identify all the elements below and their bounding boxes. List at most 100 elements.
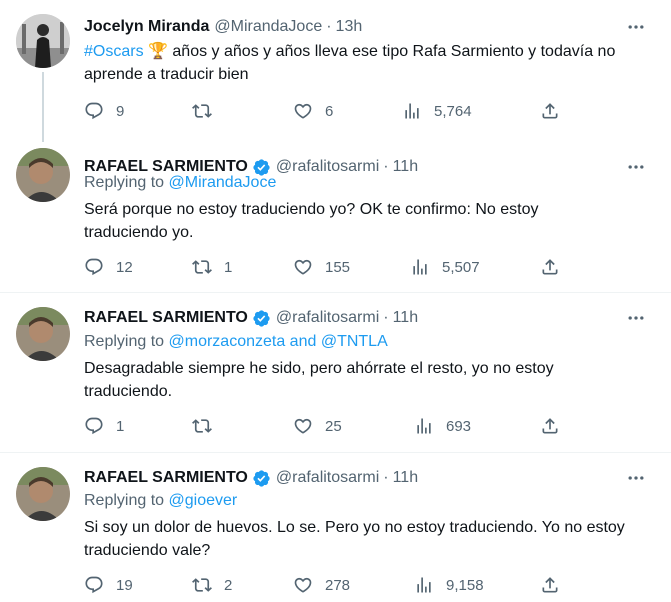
avatar[interactable] bbox=[16, 148, 70, 202]
separator-dot: · bbox=[383, 469, 389, 486]
views-icon bbox=[410, 257, 430, 277]
share-button[interactable] bbox=[540, 99, 560, 123]
reply-icon bbox=[84, 101, 104, 121]
retweet-icon bbox=[192, 101, 212, 121]
tweet-actions: 19 2 278 9,158 bbox=[84, 573, 564, 597]
tweet[interactable]: RAFAEL SARMIENTO @rafalitosarmi · 11h Re… bbox=[0, 293, 671, 453]
reply-icon bbox=[84, 575, 104, 595]
share-icon bbox=[540, 416, 560, 436]
view-count: 5,507 bbox=[442, 258, 480, 276]
avatar[interactable] bbox=[16, 307, 70, 361]
tweet-actions: 12 1 155 5,507 bbox=[84, 255, 564, 279]
author-handle[interactable]: @rafalitosarmi bbox=[276, 309, 379, 327]
tweet-header: RAFAEL SARMIENTO @rafalitosarmi · 11h bbox=[84, 467, 418, 489]
retweet-button[interactable] bbox=[192, 414, 224, 438]
retweet-icon bbox=[192, 416, 212, 436]
heart-icon bbox=[293, 257, 313, 277]
tweet-actions: 1 25 693 bbox=[84, 414, 564, 438]
like-button[interactable]: 278 bbox=[293, 573, 350, 597]
author-name[interactable]: Jocelyn Miranda bbox=[84, 18, 209, 36]
share-icon bbox=[540, 101, 560, 121]
reply-button[interactable]: 19 bbox=[84, 573, 133, 597]
reply-count: 12 bbox=[116, 258, 133, 276]
tweet-header: RAFAEL SARMIENTO @rafalitosarmi · 11h bbox=[84, 307, 418, 329]
reply-icon bbox=[84, 416, 104, 436]
replying-label: Replying to bbox=[84, 333, 165, 350]
views-button[interactable]: 5,507 bbox=[410, 255, 480, 279]
views-icon bbox=[402, 101, 422, 121]
retweet-icon bbox=[192, 257, 212, 277]
reply-count: 1 bbox=[116, 417, 125, 435]
like-button[interactable]: 155 bbox=[293, 255, 350, 279]
retweet-icon bbox=[192, 575, 212, 595]
views-icon bbox=[414, 575, 434, 595]
view-count: 693 bbox=[446, 417, 472, 435]
replying-to: Replying to @MirandaJoce bbox=[84, 174, 276, 192]
author-name[interactable]: RAFAEL SARMIENTO bbox=[84, 469, 248, 487]
tweet[interactable]: RAFAEL SARMIENTO @rafalitosarmi · 11h Re… bbox=[0, 453, 671, 602]
timestamp[interactable]: 11h bbox=[393, 309, 419, 327]
view-count: 9,158 bbox=[446, 576, 484, 594]
reply-button[interactable]: 1 bbox=[84, 414, 124, 438]
author-handle[interactable]: @rafalitosarmi bbox=[276, 469, 379, 487]
like-count: 25 bbox=[325, 417, 342, 435]
author-handle[interactable]: @rafalitosarmi bbox=[276, 158, 379, 176]
timestamp[interactable]: 11h bbox=[393, 158, 419, 176]
hashtag-link[interactable]: #Oscars bbox=[84, 43, 144, 60]
like-count: 155 bbox=[325, 258, 351, 276]
reply-button[interactable]: 9 bbox=[84, 99, 124, 123]
reply-button[interactable]: 12 bbox=[84, 255, 133, 279]
tweet-actions: 9 6 5,764 bbox=[84, 99, 564, 123]
tweet-header: Jocelyn Miranda @MirandaJoce · 13h bbox=[84, 16, 362, 38]
reply-icon bbox=[84, 257, 104, 277]
share-button[interactable] bbox=[540, 255, 560, 279]
retweet-count: 1 bbox=[224, 258, 233, 276]
timestamp[interactable]: 11h bbox=[393, 469, 419, 487]
like-button[interactable]: 25 bbox=[293, 414, 342, 438]
avatar[interactable] bbox=[16, 14, 70, 68]
views-button[interactable]: 5,764 bbox=[402, 99, 472, 123]
tweet-text: Será porque no estoy traduciendo yo? OK … bbox=[84, 201, 539, 241]
retweet-button[interactable]: 1 bbox=[192, 255, 232, 279]
more-icon[interactable] bbox=[625, 17, 647, 37]
separator-dot: · bbox=[383, 309, 389, 326]
share-button[interactable] bbox=[540, 414, 560, 438]
tweet-text: #Oscars 🏆 años y años y años lleva ese t… bbox=[84, 40, 664, 86]
retweet-button[interactable] bbox=[192, 99, 224, 123]
like-button[interactable]: 6 bbox=[293, 99, 333, 123]
heart-icon bbox=[293, 575, 313, 595]
like-count: 6 bbox=[325, 102, 334, 120]
separator-dot: · bbox=[326, 18, 332, 35]
heart-icon bbox=[293, 101, 313, 121]
tweet[interactable]: RAFAEL SARMIENTO @rafalitosarmi · 11h Re… bbox=[0, 140, 671, 293]
reply-target-link[interactable]: @MirandaJoce bbox=[169, 174, 277, 191]
separator-dot: · bbox=[383, 158, 389, 175]
author-name[interactable]: RAFAEL SARMIENTO bbox=[84, 309, 248, 327]
more-icon[interactable] bbox=[625, 308, 647, 328]
views-icon bbox=[414, 416, 434, 436]
avatar[interactable] bbox=[16, 467, 70, 521]
views-button[interactable]: 9,158 bbox=[414, 573, 484, 597]
retweet-button[interactable]: 2 bbox=[192, 573, 232, 597]
reply-count: 9 bbox=[116, 102, 125, 120]
thread-line bbox=[42, 72, 44, 142]
author-handle[interactable]: @MirandaJoce bbox=[214, 18, 322, 36]
verified-badge-icon bbox=[252, 469, 271, 488]
heart-icon bbox=[293, 416, 313, 436]
reply-target-link[interactable]: @morzaconzeta and @TNTLA bbox=[169, 333, 388, 350]
reply-count: 19 bbox=[116, 576, 133, 594]
view-count: 5,764 bbox=[434, 102, 472, 120]
replying-to: Replying to @gioever bbox=[84, 492, 237, 510]
reply-target-link[interactable]: @gioever bbox=[169, 492, 238, 509]
views-button[interactable]: 693 bbox=[414, 414, 471, 438]
timestamp[interactable]: 13h bbox=[336, 18, 363, 36]
share-button[interactable] bbox=[540, 573, 560, 597]
trophy-emoji: 🏆 bbox=[148, 43, 168, 60]
replying-label: Replying to bbox=[84, 174, 165, 191]
more-icon[interactable] bbox=[625, 157, 647, 177]
share-icon bbox=[540, 257, 560, 277]
replying-label: Replying to bbox=[84, 492, 165, 509]
tweet[interactable]: Jocelyn Miranda @MirandaJoce · 13h #Osca… bbox=[0, 0, 671, 142]
more-icon[interactable] bbox=[625, 468, 647, 488]
replying-to: Replying to @morzaconzeta and @TNTLA bbox=[84, 333, 388, 351]
